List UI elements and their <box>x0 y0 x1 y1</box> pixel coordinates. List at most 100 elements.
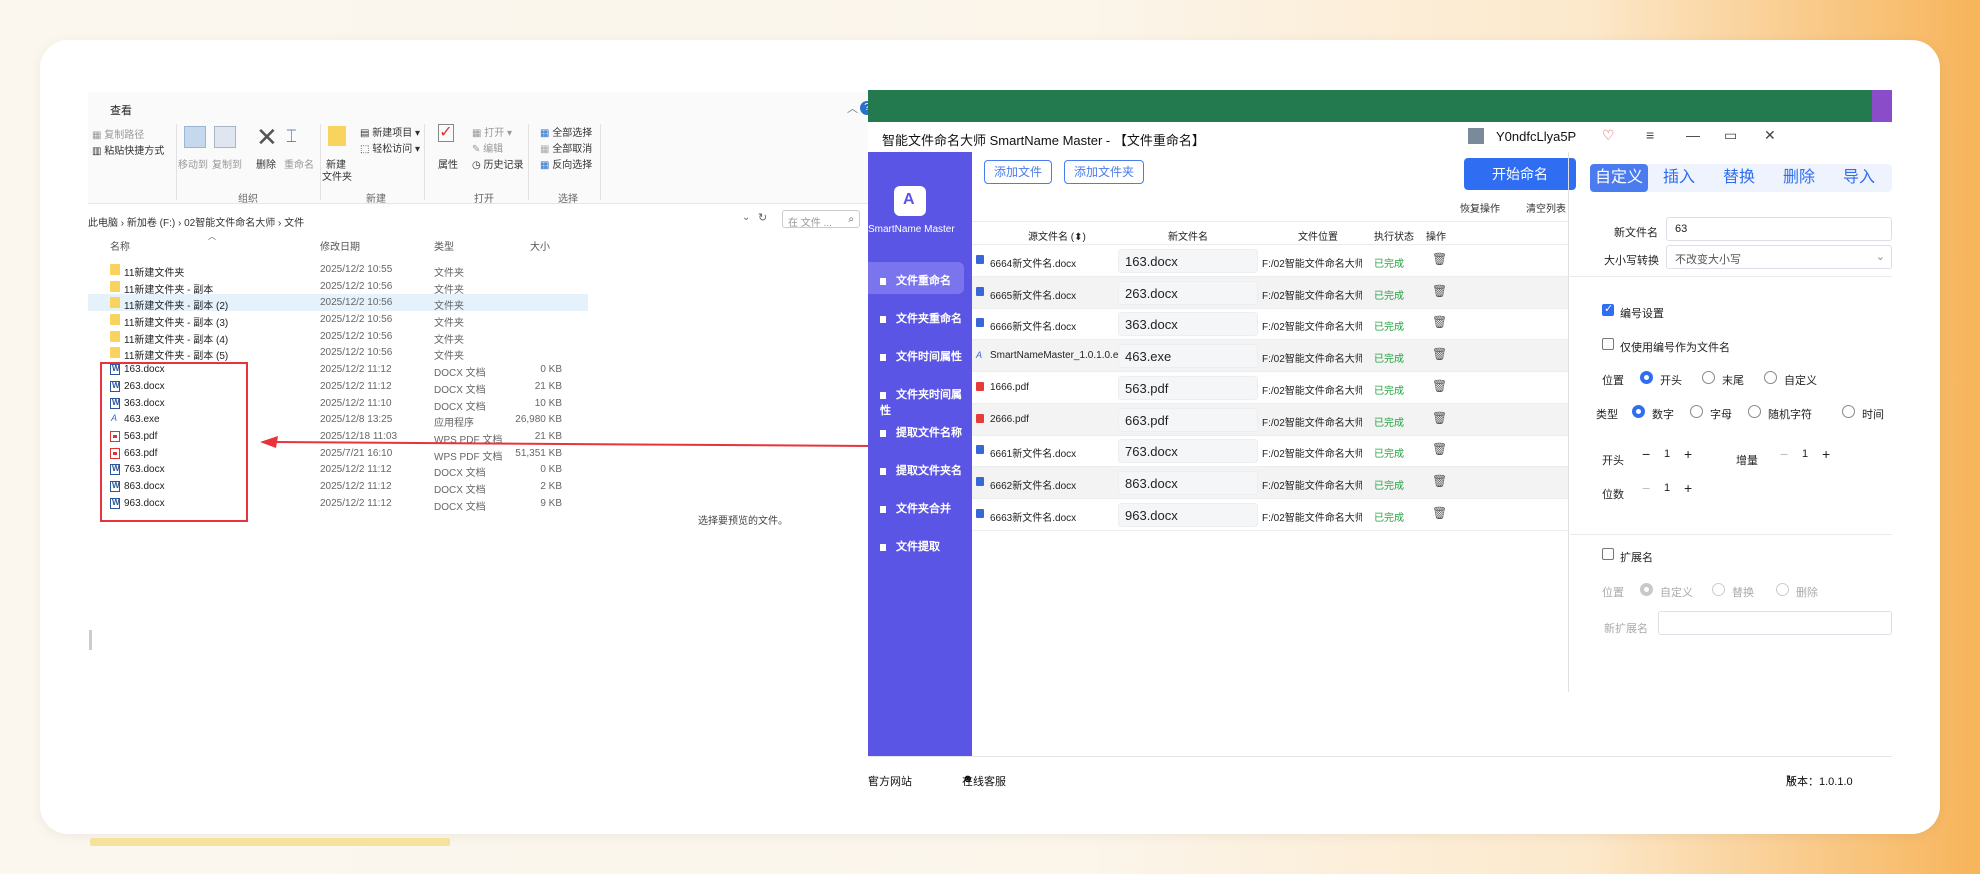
tab-1[interactable]: 插入 <box>1650 164 1708 192</box>
pos-custom-radio[interactable] <box>1764 371 1777 384</box>
new-name-field[interactable]: 263.docx <box>1118 280 1258 305</box>
new-name-field[interactable]: 663.pdf <box>1118 407 1258 432</box>
sidebar-item[interactable]: 文件夹重命名 <box>868 300 964 332</box>
type-number-radio[interactable] <box>1632 405 1645 418</box>
table-row[interactable]: 6664新文件名.docx 163.docx F:/02智能文件命名大师/文件/已完… <box>972 245 1568 277</box>
trash-icon[interactable]: 🗑 <box>1432 474 1447 488</box>
avatar[interactable] <box>1468 128 1484 144</box>
table-row[interactable]: 6665新文件名.docx 263.docx F:/02智能文件命名大师/文件/已完… <box>972 276 1568 309</box>
scrollbar[interactable] <box>89 630 92 650</box>
new-name-field[interactable]: 963.docx <box>1118 502 1258 527</box>
table-row[interactable]: 11新建文件夹 - 副本 2025/12/2 10:56 文件夹 <box>88 278 588 296</box>
trash-icon[interactable]: 🗑 <box>1432 284 1447 298</box>
paste-shortcut-button[interactable]: ▥ 粘贴快捷方式 <box>92 142 164 157</box>
minus-icon[interactable]: − <box>1642 446 1650 462</box>
new-ext-input[interactable] <box>1658 611 1892 635</box>
add-folder-button[interactable]: 添加文件夹 <box>1064 160 1144 184</box>
column-size[interactable]: 大小 <box>530 238 550 253</box>
invert-selection-button[interactable]: ▦ 反向选择 <box>540 156 592 171</box>
delete-icon[interactable]: ✕ <box>256 122 278 153</box>
new-name-field[interactable]: 363.docx <box>1118 312 1258 337</box>
trash-icon[interactable]: 🗑 <box>1432 252 1447 266</box>
new-name-field[interactable]: 463.exe <box>1118 344 1258 369</box>
undo-button[interactable]: 恢复操作 <box>1460 200 1500 215</box>
ext-delete-radio[interactable] <box>1776 583 1789 596</box>
digits-stepper[interactable]: − 1 + <box>1636 478 1702 502</box>
pos-end-radio[interactable] <box>1702 371 1715 384</box>
ext-replace-radio[interactable] <box>1712 583 1725 596</box>
copy-path-button[interactable]: ▦ 复制路径 <box>92 126 144 141</box>
new-name-field[interactable]: 863.docx <box>1118 470 1258 495</box>
menu-icon[interactable]: ≡ <box>1646 127 1654 143</box>
table-row[interactable]: 11新建文件夹 - 副本 (4) 2025/12/2 10:56 文件夹 <box>88 328 588 346</box>
move-to-icon[interactable] <box>184 126 206 148</box>
numbering-checkbox[interactable] <box>1602 302 1614 316</box>
table-row[interactable]: 2666.pdf 663.pdf F:/02智能文件命名大师/文件/已完成 🗑 <box>972 403 1568 436</box>
minus-icon[interactable]: − <box>1780 446 1788 462</box>
chevron-down-icon[interactable]: ⌄ <box>742 212 750 223</box>
tab-4[interactable]: 导入 <box>1830 164 1888 192</box>
minus-icon[interactable]: − <box>1642 480 1650 496</box>
rename-button[interactable]: 重命名 <box>284 156 314 171</box>
move-to-button[interactable]: 移动到 <box>178 156 208 171</box>
type-time-radio[interactable] <box>1842 405 1855 418</box>
easy-access-button[interactable]: ⬚ 轻松访问 ▾ <box>360 140 420 155</box>
rename-icon[interactable]: ⌶ <box>286 126 297 147</box>
select-none-button[interactable]: ▦ 全部取消 <box>540 140 592 155</box>
ext-custom-radio[interactable] <box>1640 583 1653 596</box>
delete-button[interactable]: 删除 <box>256 156 276 171</box>
plus-icon[interactable]: + <box>1822 446 1830 462</box>
address-bar[interactable]: 此电脑 › 新加卷 (F:) › 02智能文件命名大师 › 文件 ⌄ ↻ 在 文… <box>88 210 870 230</box>
extension-checkbox[interactable] <box>1602 548 1614 560</box>
new-item-button[interactable]: ▤ 新建项目 ▾ <box>360 124 420 139</box>
search-input[interactable]: 在 文件 ... ⌕ <box>782 210 860 229</box>
only-number-checkbox[interactable] <box>1602 338 1614 350</box>
select-all-button[interactable]: ▦ 全部选择 <box>540 124 592 139</box>
plus-icon[interactable]: + <box>1684 480 1692 496</box>
tab-view[interactable]: 查看 <box>110 102 132 118</box>
edit-button[interactable]: ✎ 编辑 <box>472 140 503 155</box>
new-name-input[interactable]: 63 <box>1666 217 1892 241</box>
start-stepper[interactable]: − 1 + <box>1636 444 1702 468</box>
sidebar-item[interactable]: 提取文件夹名 <box>868 452 964 484</box>
trash-icon[interactable]: 🗑 <box>1432 411 1447 425</box>
add-file-button[interactable]: 添加文件 <box>984 160 1052 184</box>
new-name-field[interactable]: 763.docx <box>1118 439 1258 464</box>
tab-0[interactable]: 自定义 <box>1590 164 1648 192</box>
username[interactable]: Y0ndfcLlya5P <box>1496 129 1576 144</box>
properties-button[interactable]: 属性 <box>438 156 458 171</box>
step-stepper[interactable]: − 1 + <box>1774 444 1840 468</box>
new-name-field[interactable]: 163.docx <box>1118 249 1258 273</box>
copy-to-icon[interactable] <box>214 126 236 148</box>
maximize-icon[interactable]: ▭ <box>1724 127 1737 144</box>
type-letter-radio[interactable] <box>1690 405 1703 418</box>
new-folder-button-l2[interactable]: 文件夹 <box>322 168 352 183</box>
table-row[interactable]: 6661新文件名.docx 763.docx F:/02智能文件命名大师/文件/已完… <box>972 435 1568 468</box>
minimize-icon[interactable]: — <box>1686 127 1700 143</box>
column-type[interactable]: 类型 <box>434 238 454 253</box>
sidebar-item[interactable]: 文件重命名 <box>868 262 964 294</box>
case-select[interactable]: 不改变大小写 ⌄ <box>1666 245 1892 269</box>
sidebar-item[interactable]: 提取文件名称 <box>868 414 964 446</box>
sidebar-item[interactable]: 文件时间属性 <box>868 338 964 370</box>
plus-icon[interactable]: + <box>1684 446 1692 462</box>
table-row[interactable]: 6662新文件名.docx 863.docx F:/02智能文件命名大师/文件/已完… <box>972 466 1568 499</box>
trash-icon[interactable]: 🗑 <box>1432 347 1447 361</box>
sidebar-item[interactable]: 文件提取 <box>868 528 964 560</box>
copy-to-button[interactable]: 复制到 <box>212 156 242 171</box>
pos-start-radio[interactable] <box>1640 371 1653 384</box>
start-rename-button[interactable]: 开始命名 <box>1464 158 1576 190</box>
properties-icon[interactable]: ✓ <box>438 124 454 142</box>
sidebar-item[interactable]: 文件夹合并 <box>868 490 964 522</box>
trash-icon[interactable]: 🗑 <box>1432 442 1447 456</box>
sidebar-item[interactable]: 文件夹时间属性 <box>868 376 964 417</box>
collapse-ribbon-icon[interactable]: ︿ <box>847 100 858 116</box>
table-row[interactable]: 6663新文件名.docx 963.docx F:/02智能文件命名大师/文件/已完… <box>972 499 1568 531</box>
table-row[interactable]: A SmartNameMaster_1.0.1.0.exe 463.exe F:/02… <box>972 340 1568 373</box>
new-name-field[interactable]: 563.pdf <box>1118 375 1258 400</box>
trash-icon[interactable]: 🗑 <box>1432 506 1447 520</box>
header-src[interactable]: 源文件名 (⬍) <box>1028 228 1086 243</box>
trash-icon[interactable]: 🗑 <box>1432 315 1447 329</box>
history-button[interactable]: ◷ 历史记录 <box>472 156 524 171</box>
trash-icon[interactable]: 🗑 <box>1432 379 1447 393</box>
